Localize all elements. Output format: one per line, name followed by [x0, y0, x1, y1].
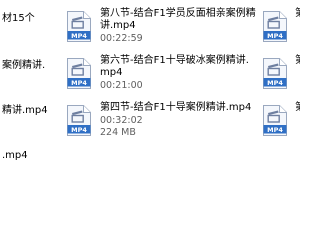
mp4-video-file-icon: MP4: [66, 57, 92, 90]
file-name-line2: mp4: [100, 67, 123, 78]
mp4-video-file-icon: MP4: [66, 104, 92, 137]
left-item-file-name[interactable]: 案例精讲.: [2, 60, 45, 71]
file-name: 第四节-结合F1十导案例精讲.mp4: [100, 102, 252, 113]
svg-text:MP4: MP4: [71, 79, 87, 87]
file-size: 224 MB: [100, 127, 136, 138]
file-tile[interactable]: MP4 第四节-结合F1十导案例精讲.mp4 00:32:02 224 MB: [66, 102, 256, 144]
svg-text:MP4: MP4: [267, 79, 283, 87]
file-explorer-tiles-view: 材15个 案例精讲. 精讲.mp4 .mp4 MP4 第八节-结合F1学员反面相…: [0, 0, 300, 200]
file-name: 第六节-结合F1十导破冰案例精讲.: [100, 55, 249, 66]
mp4-video-file-icon: MP4: [262, 57, 288, 90]
file-name: 第八节-结合F1学员反面相亲案例精: [100, 8, 256, 19]
file-duration: 00:32:02: [100, 115, 143, 126]
file-tile[interactable]: MP4 第八节-结合F1学员反面相亲案例精 讲.mp4 00:22:59: [66, 8, 256, 50]
file-tile-cut-off[interactable]: MP4 第: [262, 55, 300, 97]
file-name: 第: [295, 8, 300, 19]
left-item-file-name[interactable]: .mp4: [2, 150, 28, 161]
svg-text:MP4: MP4: [71, 32, 87, 40]
file-duration: 00:22:59: [100, 33, 143, 44]
left-item-file-name[interactable]: 精讲.mp4: [2, 105, 48, 116]
file-tile[interactable]: MP4 第六节-结合F1十导破冰案例精讲. mp4 00:21:00: [66, 55, 256, 97]
svg-text:MP4: MP4: [267, 32, 283, 40]
file-tile-cut-off[interactable]: MP4 第: [262, 102, 300, 144]
svg-text:MP4: MP4: [267, 126, 283, 134]
left-item-folder-label[interactable]: 材15个: [2, 13, 35, 24]
mp4-video-file-icon: MP4: [262, 104, 288, 137]
mp4-video-file-icon: MP4: [66, 10, 92, 43]
file-name: 第: [295, 55, 300, 66]
svg-text:MP4: MP4: [71, 126, 87, 134]
file-tile-cut-off[interactable]: MP4 第: [262, 8, 300, 50]
mp4-video-file-icon: MP4: [262, 10, 288, 43]
file-duration: 00:21:00: [100, 80, 143, 91]
file-name-line2: 讲.mp4: [100, 20, 136, 31]
file-name: 第: [295, 102, 300, 113]
